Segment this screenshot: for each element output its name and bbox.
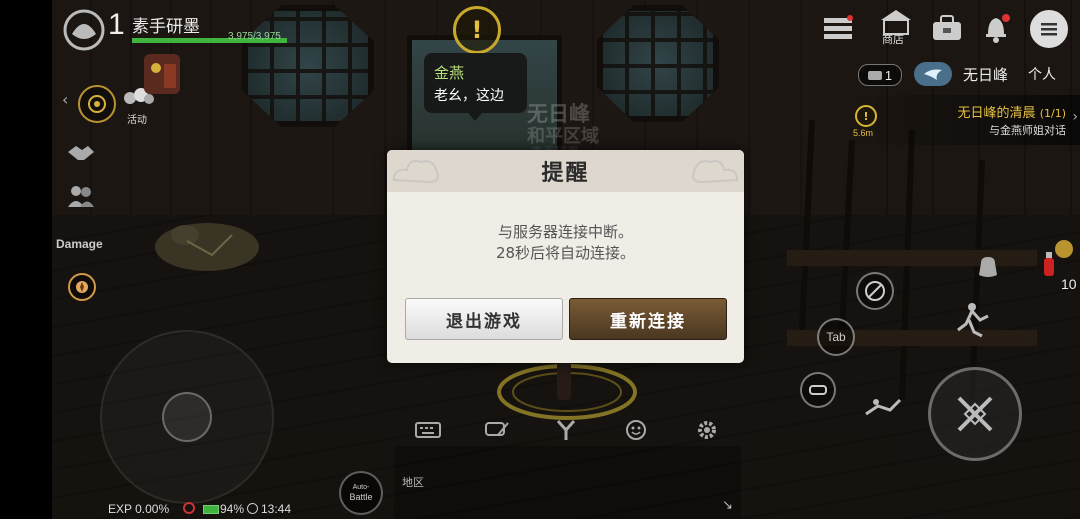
list-menu-icon[interactable]	[820, 12, 856, 44]
player-name: 素手研墨	[132, 17, 200, 37]
player-level: 1	[108, 8, 125, 41]
quest-exclamation-icon[interactable]: !	[453, 6, 501, 54]
auto-battle-label-2: Battle	[349, 492, 373, 502]
activity-label: 活动	[127, 115, 147, 126]
quest-title: 无日峰的清晨	[957, 106, 1036, 121]
quest-distance: 5.6m	[853, 128, 874, 138]
reconnect-button[interactable]: 重新连接	[569, 298, 727, 340]
chat-region-channel: 地区	[402, 476, 424, 489]
location-bird-icon[interactable]	[914, 62, 952, 86]
skill-martial-pose-icon[interactable]	[952, 300, 992, 340]
handshake-icon[interactable]	[66, 140, 96, 164]
skill-dash-icon[interactable]	[862, 392, 904, 422]
quest-tracker[interactable]: ! 5.6m 无日峰的清晨 (1/1) 与金燕师姐对话 ›	[850, 95, 1080, 145]
emoji-icon[interactable]	[624, 418, 648, 442]
potion-refresh-icon[interactable]	[1055, 240, 1073, 258]
chat-panel[interactable]: 地区 ↘	[394, 446, 741, 519]
skill-slot-locked-icon[interactable]	[856, 272, 894, 310]
auto-battle-button[interactable]: Auto- Battle	[339, 471, 383, 515]
skill-rotate-icon[interactable]	[800, 372, 836, 408]
damage-label[interactable]: Damage	[56, 237, 103, 251]
tab-label: Tab	[826, 330, 846, 344]
speech-bubble-tail	[468, 113, 482, 121]
chat-edit-icon[interactable]	[484, 419, 510, 441]
dialog-title: 提醒	[541, 161, 590, 186]
virtual-joystick-area[interactable]	[100, 330, 274, 504]
npc-speech-bubble[interactable]: 金燕 老幺，这边	[424, 53, 527, 113]
cloud-ornament-right-icon	[692, 160, 739, 184]
tab-target-button[interactable]: Tab	[817, 318, 855, 356]
chat-settings-gear-icon[interactable]	[695, 418, 719, 442]
crossed-swords-icon	[957, 396, 993, 432]
location-name: 无日峰	[963, 66, 1009, 84]
quest-expand-arrow-icon[interactable]: ›	[1072, 109, 1078, 125]
keyboard-icon[interactable]	[414, 420, 442, 440]
npc-name: 金燕	[434, 64, 465, 82]
companion-icon[interactable]	[138, 50, 186, 98]
personal-tab[interactable]: 个人	[1028, 64, 1056, 84]
notification-bell-icon[interactable]	[980, 12, 1012, 44]
main-attack-button[interactable]	[928, 367, 1022, 461]
exp-percent: EXP 0.00%	[108, 502, 170, 516]
friends-icon[interactable]	[66, 183, 96, 209]
collapse-arrow-icon[interactable]: ‹	[62, 90, 68, 109]
cloud-ornament-left-icon	[392, 160, 439, 184]
loot-bag-icon[interactable]	[975, 253, 1001, 279]
dialog-message-line-2: 28秒后将自动连接。	[495, 244, 636, 262]
quest-progress: (1/1)	[1039, 107, 1066, 120]
chat-expand-arrow-icon[interactable]: ↘	[722, 498, 733, 513]
player-emblem-icon	[63, 9, 105, 51]
hp-text: 3,975/3,975	[228, 31, 281, 42]
main-menu-icon[interactable]	[1030, 10, 1068, 48]
slingshot-icon[interactable]	[554, 418, 578, 442]
inventory-bag-icon[interactable]	[929, 12, 965, 44]
health-potion-icon[interactable]	[1043, 252, 1055, 278]
no-network-icon	[183, 502, 195, 514]
npc-speech: 老幺，这边	[434, 88, 504, 104]
dialog-message: 与服务器连接中断。 28秒后将自动连接。	[387, 222, 744, 264]
guild-emblem-icon[interactable]	[78, 85, 116, 123]
battery-icon	[203, 505, 219, 514]
quest-description: 与金燕师姐对话	[989, 124, 1066, 137]
shop-label[interactable]: 商店	[882, 31, 904, 47]
exit-game-button[interactable]: 退出游戏	[405, 298, 563, 340]
ticket-counter[interactable]: 1	[858, 64, 902, 86]
dialog-header: 提醒	[387, 150, 744, 192]
clock-icon	[247, 503, 258, 514]
ticket-icon	[867, 70, 882, 80]
battery-level: 94%	[220, 502, 245, 516]
potion-count: 10	[1061, 276, 1077, 292]
clock-time: 13:44	[261, 502, 292, 516]
joystick-knob[interactable]	[162, 392, 212, 442]
disconnect-dialog: 提醒 与服务器连接中断。 28秒后将自动连接。 退出游戏 重新连接	[387, 150, 744, 363]
quest-marker-icon: !	[855, 105, 877, 127]
ticket-count: 1	[884, 67, 893, 83]
compass-icon[interactable]	[68, 273, 96, 301]
dialog-message-line-1: 与服务器连接中断。	[497, 223, 633, 241]
auto-battle-label-1: Auto-	[352, 484, 370, 491]
player-portrait[interactable]	[62, 8, 106, 52]
